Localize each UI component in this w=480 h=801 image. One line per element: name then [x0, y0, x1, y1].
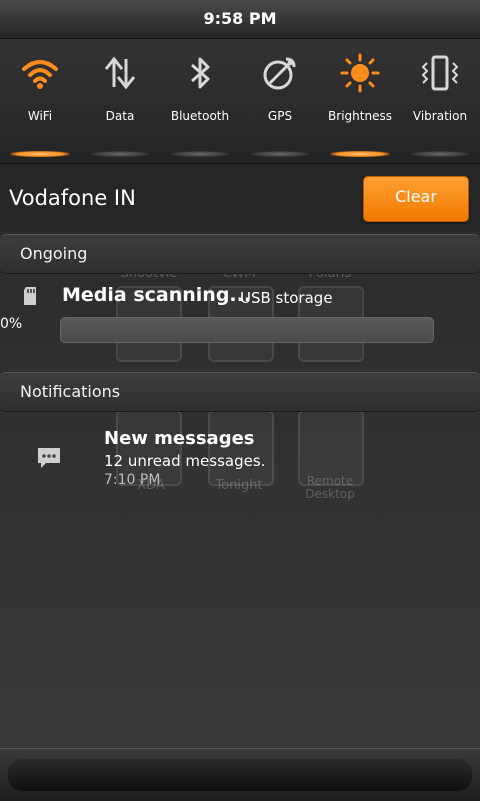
- toggle-label: Data: [105, 109, 135, 123]
- toggle-vibration[interactable]: Vibration: [400, 39, 480, 163]
- toggle-label: WiFi: [27, 109, 53, 123]
- clear-button[interactable]: Clear: [363, 176, 469, 222]
- toggle-brightness[interactable]: Brightness: [320, 39, 400, 163]
- toggle-indicator: [250, 151, 310, 157]
- panel-drag-handle[interactable]: [0, 748, 480, 801]
- quick-toggles: WiFi Data Bluetooth GPS Brightness Vibra…: [0, 39, 480, 164]
- ongoing-title[interactable]: Media scanning...: [62, 284, 251, 306]
- ongoing-subtitle: USB storage: [240, 289, 333, 307]
- progress-bar: [60, 317, 434, 343]
- toggle-indicator: [410, 151, 470, 157]
- notifications-header: Notifications: [0, 372, 480, 412]
- toggle-data[interactable]: Data: [80, 39, 160, 163]
- notifications-header-label: Notifications: [20, 382, 121, 401]
- carrier-row: Vodafone IN Clear: [0, 164, 480, 232]
- ongoing-header: Ongoing: [0, 234, 480, 274]
- toggle-label: Vibration: [412, 109, 468, 123]
- sd-card-icon: [24, 287, 36, 305]
- handle-grip[interactable]: [8, 759, 472, 791]
- toggle-indicator: [90, 151, 150, 157]
- toggle-indicator: [10, 151, 70, 157]
- bluetooth-icon: [191, 57, 210, 89]
- toggle-label: Bluetooth: [170, 109, 230, 123]
- toggle-label: Brightness: [328, 109, 392, 123]
- gps-icon: [263, 57, 296, 90]
- toggle-bluetooth[interactable]: Bluetooth: [160, 39, 240, 163]
- notification-text: 12 unread messages.: [104, 452, 266, 470]
- message-icon[interactable]: [36, 446, 62, 470]
- carrier-name: Vodafone IN: [9, 186, 136, 210]
- data-icon: [104, 56, 136, 90]
- background-shortcut-label: Tonight: [215, 478, 263, 493]
- ongoing-header-label: Ongoing: [20, 244, 88, 263]
- status-clock: 9:58 PM: [203, 9, 277, 28]
- status-bar: 9:58 PM: [0, 0, 480, 39]
- wifi-icon: [22, 60, 58, 89]
- notification-time: 7:10 PM: [104, 472, 161, 488]
- toggle-gps[interactable]: GPS: [240, 39, 320, 163]
- toggle-label: GPS: [267, 109, 293, 123]
- background-shortcut-label: Remote Desktop: [305, 474, 355, 501]
- toggle-indicator: [330, 151, 390, 157]
- toggle-indicator: [170, 151, 230, 157]
- ongoing-percent: 0%: [0, 316, 23, 332]
- notification-title[interactable]: New messages: [104, 428, 255, 449]
- toggle-wifi[interactable]: WiFi: [0, 39, 80, 163]
- brightness-icon: [340, 53, 380, 93]
- vibration-icon: [421, 55, 459, 91]
